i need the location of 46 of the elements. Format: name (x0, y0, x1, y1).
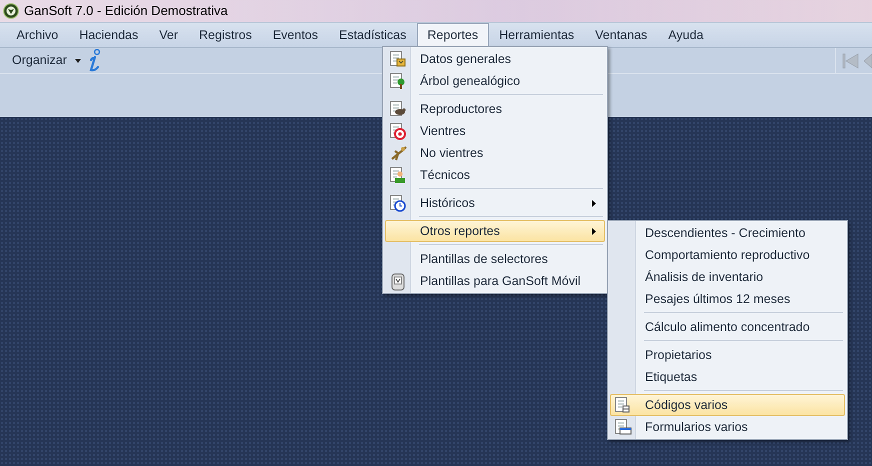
document-icon (614, 397, 632, 415)
person-icon (389, 167, 407, 185)
menu-item[interactable]: Ventanas (584, 23, 658, 47)
menu-item[interactable]: Plantillas de selectores (385, 248, 605, 270)
menu-item[interactable]: Ánalisis de inventario (610, 266, 845, 288)
menu-item[interactable]: Comportamiento reproductivo (610, 244, 845, 266)
menu-item[interactable]: Reportes (416, 23, 489, 47)
menu-item[interactable]: Pesajes últimos 12 meses (610, 288, 845, 310)
menu-item[interactable]: No vientres (385, 142, 605, 164)
menu-item[interactable]: Otros reportes (385, 220, 605, 242)
menu-item[interactable]: Eventos (262, 23, 328, 47)
tree-icon (389, 73, 407, 91)
menu-item[interactable]: Cálculo alimento concentrado (610, 316, 845, 338)
info-icon[interactable] (86, 48, 101, 72)
menu-item[interactable]: Técnicos (385, 164, 605, 186)
menu-item[interactable]: Haciendas (68, 23, 149, 47)
document-icon (389, 51, 407, 69)
target-icon (389, 123, 407, 141)
menu-item[interactable]: Etiquetas (610, 366, 845, 388)
menu-item[interactable]: Códigos varios (610, 394, 845, 416)
menu-item[interactable]: Reproductores (385, 98, 605, 120)
menu-item[interactable]: Plantillas para GanSoft Móvil (385, 270, 605, 292)
menu-item[interactable]: Registros (188, 23, 262, 47)
organize-dropdown[interactable]: Organizar (0, 51, 87, 70)
submenu-arrow-icon (592, 200, 596, 207)
menu-item[interactable]: Históricos (385, 192, 605, 214)
menu-item[interactable]: Vientres (385, 120, 605, 142)
app-logo-icon (3, 3, 19, 19)
menu-item[interactable]: Datos generales (385, 48, 605, 70)
menu-item[interactable]: Árbol genealógico (385, 70, 605, 92)
previous-icon[interactable] (864, 52, 872, 68)
menu-item[interactable]: Archivo (6, 23, 69, 47)
menu-item[interactable]: Estadísticas (328, 23, 417, 47)
mobile-icon (389, 273, 407, 291)
menu-item[interactable]: Propietarios (610, 344, 845, 366)
menu-item[interactable]: Ver (148, 23, 189, 47)
submenu-arrow-icon (592, 228, 596, 235)
menu-item[interactable]: Formularios varios (610, 416, 845, 438)
menu-item[interactable]: Descendientes - Crecimiento (610, 222, 845, 244)
menu-item[interactable]: Herramientas (488, 23, 585, 47)
history-icon (389, 195, 407, 213)
menu-item[interactable]: Ayuda (658, 23, 714, 47)
caret-icon (74, 58, 81, 62)
first-page-icon[interactable] (842, 52, 860, 68)
window-title: GanSoft 7.0 - Edición Demostrativa (24, 2, 228, 20)
document-icon (614, 419, 632, 437)
